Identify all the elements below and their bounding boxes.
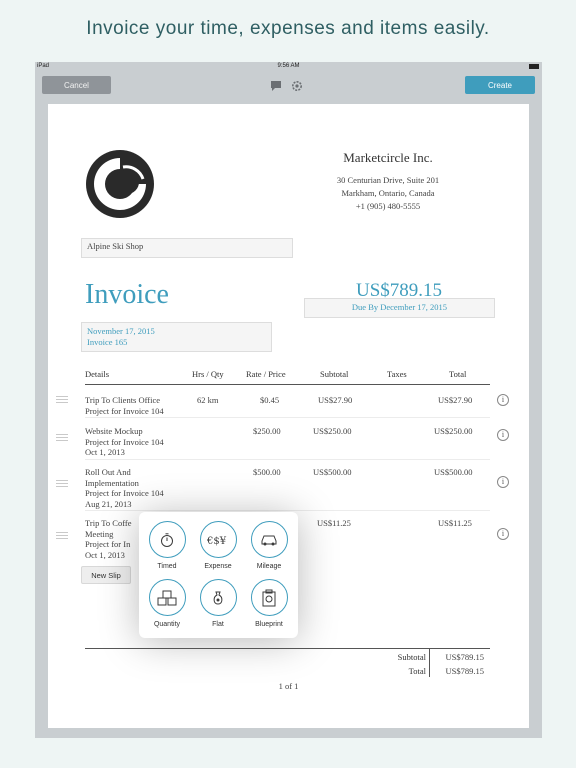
info-icon[interactable]: i xyxy=(497,528,509,540)
row-date: Oct 1, 2013 xyxy=(85,447,125,457)
row-date: Oct 1, 2013 xyxy=(85,549,125,560)
cancel-button[interactable]: Cancel xyxy=(42,76,111,94)
row-project: Project for In xyxy=(85,539,131,549)
slip-type-quantity[interactable]: Quantity xyxy=(142,579,192,628)
company-phone: +1 (905) 480-5555 xyxy=(355,201,421,211)
row-subtotal: US$250.00 xyxy=(313,426,352,436)
row-project: Project for Invoice 104 xyxy=(85,436,164,447)
invoice-date: November 17, 2015 xyxy=(87,326,155,336)
slip-type-label: Timed xyxy=(157,563,177,570)
drag-handle-icon[interactable] xyxy=(56,396,68,403)
row-project: Project for Invoice 104 xyxy=(85,488,164,498)
header-total: Total xyxy=(449,369,467,379)
slip-type-label: Mileage xyxy=(256,563,282,570)
due-date-field[interactable]: Due By December 17, 2015 xyxy=(304,298,495,318)
row-rate: $0.45 xyxy=(260,395,280,405)
row-divider xyxy=(85,417,490,418)
company-address-line2: Markham, Ontario, Canada xyxy=(341,188,435,198)
invoice-title: Invoice xyxy=(85,279,169,310)
table-header-rule xyxy=(85,384,490,385)
clock: 9:56 AM xyxy=(277,63,300,69)
header-details: Details xyxy=(85,369,110,379)
slip-type-label: Expense xyxy=(204,563,232,570)
blueprint-icon xyxy=(262,589,276,606)
header-rate-price: Rate / Price xyxy=(246,369,286,379)
company-name: Marketcircle Inc. xyxy=(343,150,433,165)
create-button[interactable]: Create xyxy=(465,76,535,94)
slip-type-timed[interactable]: Timed xyxy=(142,521,192,570)
row-hrs-qty: 62 km xyxy=(197,395,219,405)
marketing-headline: Invoice your time, expenses and items ea… xyxy=(86,18,490,39)
drag-handle-icon[interactable] xyxy=(56,480,68,487)
stopwatch-icon xyxy=(161,532,173,547)
subtotal-label: Subtotal xyxy=(397,652,426,662)
row-detail: Roll Out And xyxy=(85,467,131,477)
header-subtotal: Subtotal xyxy=(320,369,349,379)
row-project: Project for Invoice 104 xyxy=(85,405,164,416)
row-subtotal: US$27.90 xyxy=(318,395,353,405)
row-rate: $500.00 xyxy=(253,467,281,477)
row-total: US$27.90 xyxy=(438,395,473,405)
table-row[interactable]: Trip To Coffe Meeting Project for In Oct… xyxy=(85,518,131,560)
subtotal-value: US$789.15 xyxy=(445,652,485,662)
slip-type-expense[interactable]: €$¥ Expense xyxy=(193,521,243,570)
invoice-document: Marketcircle Inc. 30 Centurian Drive, Su… xyxy=(48,104,529,728)
row-detail-cont: Meeting xyxy=(85,528,114,539)
info-icon[interactable]: i xyxy=(497,429,509,441)
car-icon xyxy=(261,535,277,545)
header-hrs-qty: Hrs / Qty xyxy=(192,369,224,379)
drag-handle-icon[interactable] xyxy=(56,434,68,441)
total-label: Total xyxy=(408,666,426,676)
slip-type-popover: Timed €$¥ Expense Mileage Quantity Flat … xyxy=(139,512,298,638)
totals-separator xyxy=(429,649,430,677)
slip-type-blueprint[interactable]: Blueprint xyxy=(244,579,294,628)
chat-bubble-icon[interactable] xyxy=(270,80,282,92)
info-icon[interactable]: i xyxy=(497,394,509,406)
battery-icon xyxy=(529,64,539,69)
page-indicator: 1 of 1 xyxy=(278,681,299,691)
row-total: US$500.00 xyxy=(434,467,473,477)
row-detail: Trip To Clients Office xyxy=(85,395,161,405)
invoice-date-field[interactable]: November 17, 2015 Invoice 165 xyxy=(81,322,272,352)
boxes-icon xyxy=(157,590,177,605)
row-detail-cont: Implementation xyxy=(85,477,139,488)
status-bar: iPad 9:56 AM xyxy=(35,62,542,72)
money-bag-icon xyxy=(213,591,223,605)
row-subtotal: US$11.25 xyxy=(317,518,351,528)
table-row[interactable]: Roll Out And Implementation Project for … xyxy=(85,467,164,509)
ipad-screen: iPad 9:56 AM Cancel Create Marketcircle … xyxy=(35,62,542,738)
row-total: US$250.00 xyxy=(434,426,473,436)
slip-type-flat[interactable]: Flat xyxy=(193,579,243,628)
row-subtotal: US$500.00 xyxy=(313,467,352,477)
invoice-number: Invoice 165 xyxy=(87,337,128,347)
currency-icon: €$¥ xyxy=(206,536,227,547)
svg-text:€$¥: €$¥ xyxy=(206,536,227,547)
new-slip-button[interactable]: New Slip xyxy=(81,566,131,584)
row-date: Aug 21, 2013 xyxy=(85,498,132,509)
toolbar: Cancel Create xyxy=(35,72,542,102)
slip-type-mileage[interactable]: Mileage xyxy=(244,521,294,570)
row-detail: Trip To Coffe xyxy=(85,518,132,528)
company-logo xyxy=(86,150,154,218)
slip-type-label: Quantity xyxy=(153,621,181,628)
header-taxes: Taxes xyxy=(387,369,407,379)
slip-type-label: Blueprint xyxy=(255,621,283,628)
row-rate: $250.00 xyxy=(253,426,281,436)
slip-type-label: Flat xyxy=(212,621,224,628)
company-address-line1: 30 Centurian Drive, Suite 201 xyxy=(336,175,440,185)
info-icon[interactable]: i xyxy=(497,476,509,488)
table-row[interactable]: Website Mockup Project for Invoice 104 O… xyxy=(85,426,164,458)
row-total: US$11.25 xyxy=(438,518,472,528)
total-value: US$789.15 xyxy=(445,666,485,676)
row-detail: Website Mockup xyxy=(85,426,143,436)
row-divider xyxy=(85,510,490,511)
drag-handle-icon[interactable] xyxy=(56,532,68,539)
row-divider xyxy=(85,459,490,460)
client-field[interactable]: Alpine Ski Shop xyxy=(81,238,293,258)
gear-icon[interactable] xyxy=(291,80,303,92)
table-row[interactable]: Trip To Clients Office Project for Invoi… xyxy=(85,395,164,416)
